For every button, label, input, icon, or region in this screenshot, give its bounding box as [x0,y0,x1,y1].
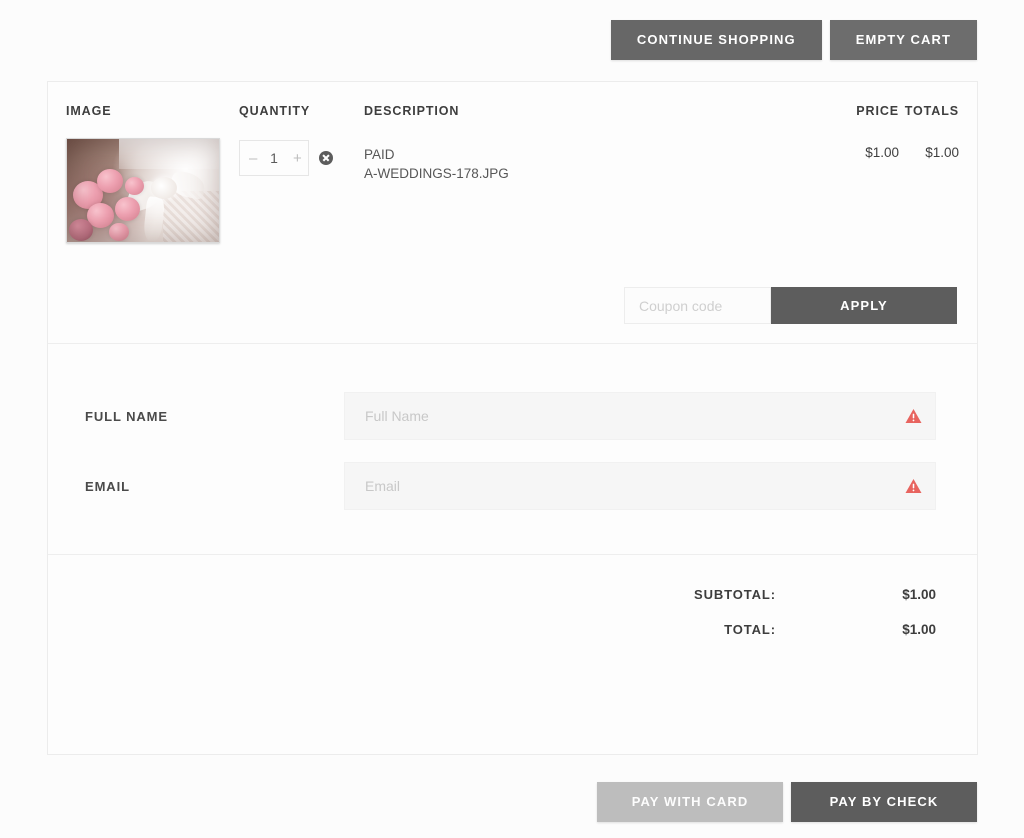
apply-coupon-button[interactable]: APPLY [771,287,957,324]
subtotal-value: $1.00 [902,587,936,602]
pay-by-check-button[interactable]: PAY BY CHECK [791,782,977,822]
pay-with-card-button[interactable]: PAY WITH CARD [597,782,783,822]
item-price: $1.00 [865,145,899,160]
column-header-totals: TOTALS [904,104,959,118]
order-totals: SUBTOTAL: $1.00 TOTAL: $1.00 [48,555,977,665]
photo-vignette [67,139,219,242]
full-name-row: FULL NAME [85,392,936,440]
subtotal-label: SUBTOTAL: [694,587,776,602]
total-row: TOTAL: $1.00 [48,622,936,637]
column-header-price: PRICE [856,104,899,118]
total-label: TOTAL: [724,622,776,637]
email-label: EMAIL [85,478,130,494]
coupon-code-input[interactable] [624,287,771,324]
item-description-cell: PAID A-WEDDINGS-178.JPG [364,138,837,183]
full-name-label: FULL NAME [85,408,168,424]
item-total: $1.00 [925,145,959,160]
cart-table-header: IMAGE QUANTITY DESCRIPTION PRICE TOTALS [48,82,977,128]
column-header-description: DESCRIPTION [364,104,460,118]
subtotal-row: SUBTOTAL: $1.00 [48,587,936,602]
email-row: EMAIL [85,462,936,510]
product-thumbnail[interactable] [66,138,220,243]
quantity-increase-button[interactable]: + [287,141,305,175]
payment-action-bar: PAY WITH CARD PAY BY CHECK [597,782,977,822]
table-row: – 1 + PAID A-WEDDINGS-178.JPG $1.00 $1.0… [48,128,977,243]
item-status-label: PAID [364,147,395,162]
empty-cart-button[interactable]: EMPTY CART [829,20,977,60]
quantity-value: 1 [270,150,278,166]
column-header-quantity: QUANTITY [239,104,311,118]
full-name-field-wrap [344,392,936,440]
customer-form: FULL NAME EMAIL [48,344,977,554]
item-image-cell [66,138,239,243]
total-value: $1.00 [902,622,936,637]
cart-page: CONTINUE SHOPPING EMPTY CART IMAGE QUANT… [0,0,1024,838]
quantity-stepper[interactable]: – 1 + [239,140,309,176]
coupon-row: APPLY [48,287,977,324]
column-header-image: IMAGE [66,104,112,118]
item-filename-label: A-WEDDINGS-178.JPG [364,166,509,181]
full-name-input[interactable] [344,392,936,440]
email-field[interactable] [344,462,936,510]
quantity-decrease-button[interactable]: – [243,141,261,175]
top-action-bar: CONTINUE SHOPPING EMPTY CART [610,20,977,60]
warning-icon[interactable] [905,478,922,494]
continue-shopping-button[interactable]: CONTINUE SHOPPING [610,20,822,60]
remove-item-icon[interactable] [319,151,333,165]
cart-card: IMAGE QUANTITY DESCRIPTION PRICE TOTALS [47,81,978,755]
warning-icon[interactable] [905,408,922,424]
item-quantity-cell: – 1 + [239,138,364,176]
email-field-wrap [344,462,936,510]
